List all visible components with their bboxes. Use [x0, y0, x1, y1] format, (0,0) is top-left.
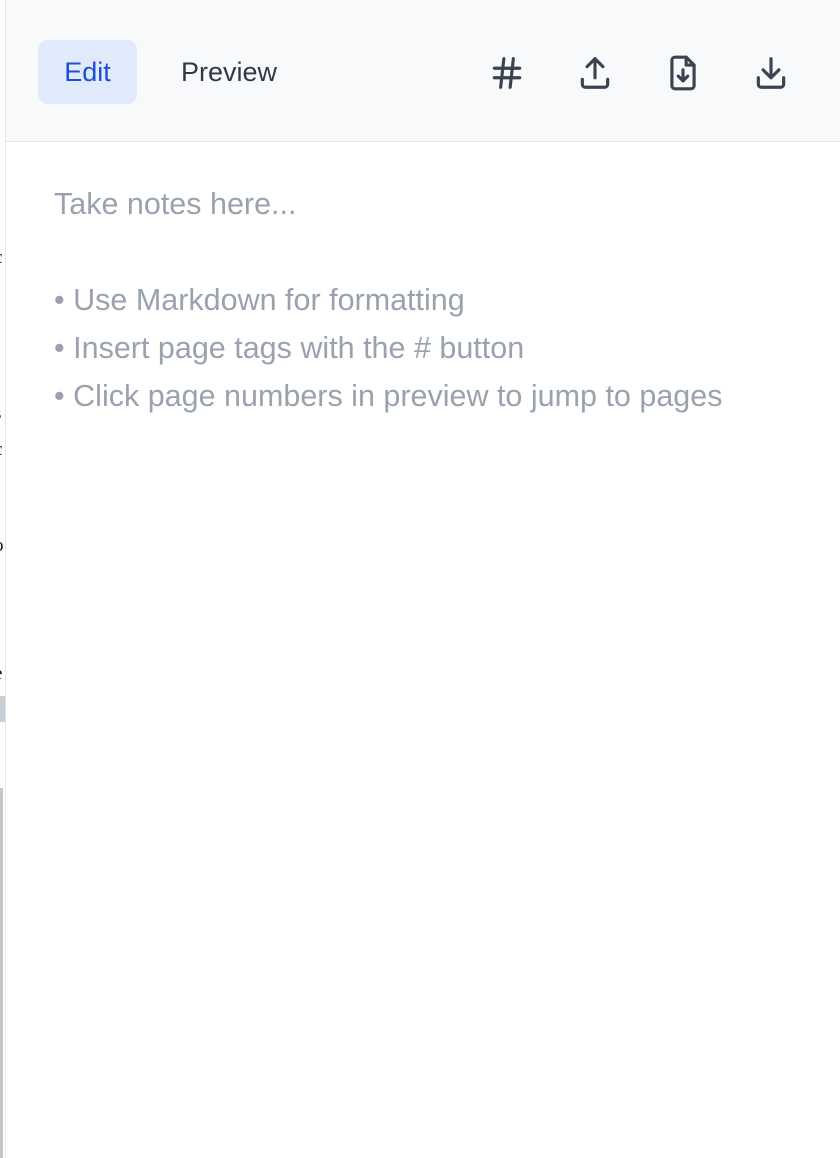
export-button[interactable] [572, 50, 618, 96]
tab-preview[interactable]: Preview [152, 40, 306, 104]
download-icon [756, 57, 786, 89]
tab-edit[interactable]: Edit [38, 40, 137, 104]
upload-icon [580, 57, 610, 89]
notes-app: c t s c o e Edit Preview [0, 0, 840, 1158]
download-button[interactable] [748, 50, 794, 96]
background-text-fragment: s [0, 404, 1, 423]
notes-editor: Take notes here... • Use Markdown for fo… [6, 142, 840, 1158]
background-scrollbar[interactable] [0, 788, 3, 1158]
background-text-fragment: e [0, 664, 2, 683]
file-import-icon [670, 55, 696, 91]
insert-tag-button[interactable] [484, 50, 530, 96]
notes-toolbar: Edit Preview [6, 0, 840, 142]
notes-panel: Edit Preview Take notes here... • Use Ma… [5, 0, 840, 1158]
notes-textarea[interactable] [54, 180, 824, 1140]
import-button[interactable] [660, 50, 706, 96]
background-text-fragment: c [0, 248, 2, 267]
background-text-fragment: o [0, 536, 4, 555]
hash-icon [492, 57, 522, 89]
background-text-fragment: c [0, 440, 2, 459]
